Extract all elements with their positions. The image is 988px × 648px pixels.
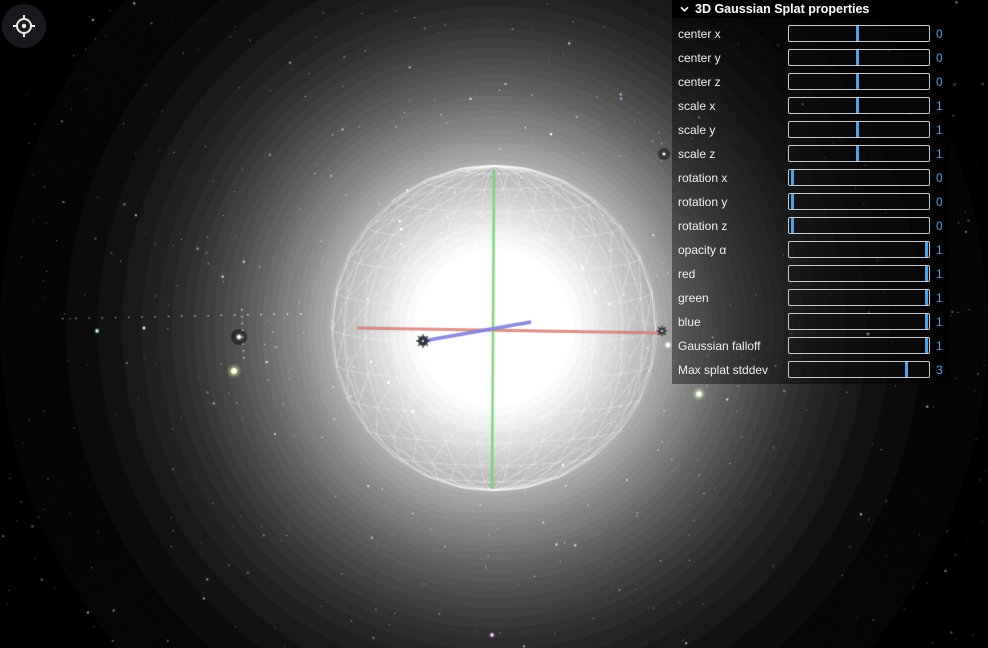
slider-track[interactable] — [788, 289, 930, 306]
slider-label: red — [678, 267, 695, 281]
slider-row: green 1 — [672, 286, 950, 310]
slider-thumb[interactable] — [905, 362, 908, 377]
panel-rows: center x 0 center y 0 center z 0 scale x — [672, 18, 950, 384]
slider-value: 0 — [936, 219, 943, 233]
slider-value: 0 — [936, 195, 943, 209]
recenter-button[interactable] — [2, 4, 46, 48]
slider-thumb[interactable] — [856, 122, 859, 137]
slider-label: center x — [678, 27, 721, 41]
slider-label: rotation z — [678, 219, 727, 233]
slider-label: scale x — [678, 99, 715, 113]
slider-track[interactable] — [788, 121, 930, 138]
slider-label: opacity α — [678, 243, 726, 257]
slider-track[interactable] — [788, 217, 930, 234]
slider-value: 0 — [936, 27, 943, 41]
slider-track[interactable] — [788, 97, 930, 114]
slider-thumb[interactable] — [925, 242, 928, 257]
slider-label: center y — [678, 51, 721, 65]
panel-header[interactable]: 3D Gaussian Splat properties — [672, 0, 950, 18]
chevron-down-icon — [680, 6, 689, 12]
slider-value: 0 — [936, 51, 943, 65]
slider-label: green — [678, 291, 709, 305]
slider-value: 1 — [936, 99, 943, 113]
slider-value: 1 — [936, 315, 943, 329]
slider-row: center y 0 — [672, 46, 950, 70]
slider-value: 3 — [936, 363, 943, 377]
slider-value: 1 — [936, 291, 943, 305]
crosshair-icon — [11, 13, 37, 39]
slider-track[interactable] — [788, 313, 930, 330]
slider-track[interactable] — [788, 193, 930, 210]
slider-row: rotation y 0 — [672, 190, 950, 214]
slider-label: scale z — [678, 147, 715, 161]
slider-track[interactable] — [788, 241, 930, 258]
slider-track[interactable] — [788, 169, 930, 186]
slider-thumb[interactable] — [925, 338, 928, 353]
slider-row: rotation x 0 — [672, 166, 950, 190]
slider-value: 1 — [936, 339, 943, 353]
slider-row: center z 0 — [672, 70, 950, 94]
slider-track[interactable] — [788, 361, 930, 378]
slider-track[interactable] — [788, 49, 930, 66]
slider-thumb[interactable] — [856, 50, 859, 65]
slider-thumb[interactable] — [791, 194, 794, 209]
gaussian-splat-viewer: 3D Gaussian Splat properties center x 0 … — [0, 0, 988, 648]
slider-track[interactable] — [788, 145, 930, 162]
slider-value: 0 — [936, 171, 943, 185]
slider-row: scale y 1 — [672, 118, 950, 142]
slider-value: 1 — [936, 147, 943, 161]
slider-row: scale x 1 — [672, 94, 950, 118]
slider-thumb[interactable] — [791, 218, 794, 233]
slider-label: scale y — [678, 123, 715, 137]
slider-row: blue 1 — [672, 310, 950, 334]
slider-track[interactable] — [788, 73, 930, 90]
slider-thumb[interactable] — [925, 266, 928, 281]
splat-properties-panel: 3D Gaussian Splat properties center x 0 … — [672, 0, 950, 384]
slider-value: 1 — [936, 267, 943, 281]
slider-track[interactable] — [788, 25, 930, 42]
slider-label: Gaussian falloff — [678, 339, 761, 353]
slider-row: Max splat stddev 3 — [672, 358, 950, 382]
slider-label: center z — [678, 75, 721, 89]
slider-label: Max splat stddev — [678, 363, 768, 377]
slider-thumb[interactable] — [856, 26, 859, 41]
slider-label: blue — [678, 315, 701, 329]
slider-thumb[interactable] — [791, 170, 794, 185]
slider-thumb[interactable] — [856, 98, 859, 113]
slider-row: center x 0 — [672, 22, 950, 46]
slider-label: rotation x — [678, 171, 727, 185]
panel-title: 3D Gaussian Splat properties — [695, 2, 869, 16]
slider-track[interactable] — [788, 265, 930, 282]
slider-row: Gaussian falloff 1 — [672, 334, 950, 358]
slider-label: rotation y — [678, 195, 727, 209]
slider-value: 1 — [936, 243, 943, 257]
slider-value: 1 — [936, 123, 943, 137]
slider-track[interactable] — [788, 337, 930, 354]
slider-thumb[interactable] — [925, 314, 928, 329]
slider-row: scale z 1 — [672, 142, 950, 166]
slider-row: red 1 — [672, 262, 950, 286]
slider-thumb[interactable] — [856, 74, 859, 89]
slider-row: rotation z 0 — [672, 214, 950, 238]
slider-value: 0 — [936, 75, 943, 89]
slider-row: opacity α 1 — [672, 238, 950, 262]
slider-thumb[interactable] — [925, 290, 928, 305]
slider-thumb[interactable] — [856, 146, 859, 161]
